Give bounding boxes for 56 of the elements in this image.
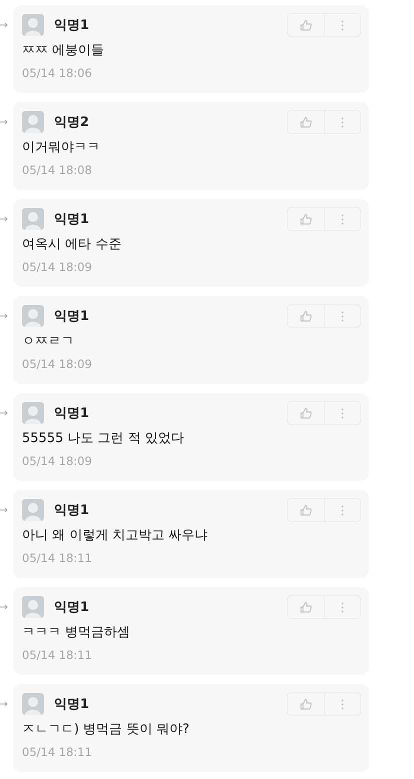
thumbs-up-icon <box>300 116 312 128</box>
author-name: 익명1 <box>54 599 90 616</box>
more-icon <box>341 116 344 128</box>
more-icon <box>341 698 344 710</box>
comment-time: 05/14 18:11 <box>22 647 93 663</box>
author-name: 익명1 <box>54 17 90 34</box>
reply-arrow-icon <box>0 119 8 125</box>
comment-time: 05/14 18:11 <box>22 744 93 760</box>
author-name: 익명1 <box>54 502 90 519</box>
more-icon <box>341 20 344 30</box>
avatar-icon <box>22 111 44 133</box>
thumbs-up-icon <box>300 407 312 419</box>
author-name: 익명1 <box>54 308 90 325</box>
reply-arrow-icon <box>0 216 8 222</box>
comment-text: ㅈㄴㄱㄷ) 병먹금 뜻이 뭐야? <box>22 721 190 739</box>
thumbs-up-icon <box>300 698 312 710</box>
thumbs-up-icon <box>300 601 312 613</box>
author-name: 익명2 <box>54 114 90 131</box>
thumbs-up-icon <box>300 310 312 322</box>
avatar-icon <box>22 499 44 521</box>
comment-text: 아니 왜 이렇게 치고박고 싸우냐 <box>22 527 209 545</box>
avatar-icon <box>22 208 44 230</box>
comment-text: ㅋㅋㅋ 병먹금하셈 <box>22 624 132 642</box>
comment-time: 05/14 18:09 <box>22 453 93 469</box>
comment-time: 05/14 18:09 <box>22 356 93 372</box>
avatar-icon <box>22 305 44 327</box>
avatar-icon <box>22 596 44 618</box>
reply-arrow-icon <box>0 22 8 28</box>
avatar-icon <box>22 14 44 36</box>
reply-arrow-icon <box>0 701 8 707</box>
thumbs-up-icon <box>300 504 312 516</box>
more-icon <box>341 602 344 612</box>
reply-arrow-icon <box>0 313 8 319</box>
author-name: 익명1 <box>54 405 90 422</box>
more-icon <box>341 504 344 516</box>
more-icon <box>341 310 344 322</box>
avatar-icon <box>22 693 44 715</box>
comment-time: 05/14 18:11 <box>22 550 93 566</box>
avatar-icon <box>22 402 44 424</box>
author-name: 익명1 <box>54 211 90 228</box>
comment-text: 이거뭐야ㅋㅋ <box>22 139 101 157</box>
comment-text: ㅇㅉㄹㄱ <box>22 333 75 351</box>
reply-arrow-icon <box>0 410 8 416</box>
comment-time: 05/14 18:09 <box>22 259 93 275</box>
more-icon <box>341 214 344 224</box>
comment-text: 55555 나도 그런 적 있었다 <box>22 430 185 448</box>
more-icon <box>341 408 344 418</box>
reply-arrow-icon <box>0 507 8 513</box>
comment-time: 05/14 18:08 <box>22 162 93 178</box>
thumbs-up-icon <box>300 213 312 225</box>
comment-time: 05/14 18:06 <box>22 65 93 81</box>
reply-arrow-icon <box>0 604 8 610</box>
author-name: 익명1 <box>54 696 90 713</box>
comment-text: 여옥시 에타 수준 <box>22 236 122 254</box>
thumbs-up-icon <box>300 19 312 31</box>
comment-text: ㅉㅉ 에붕이들 <box>22 42 106 60</box>
